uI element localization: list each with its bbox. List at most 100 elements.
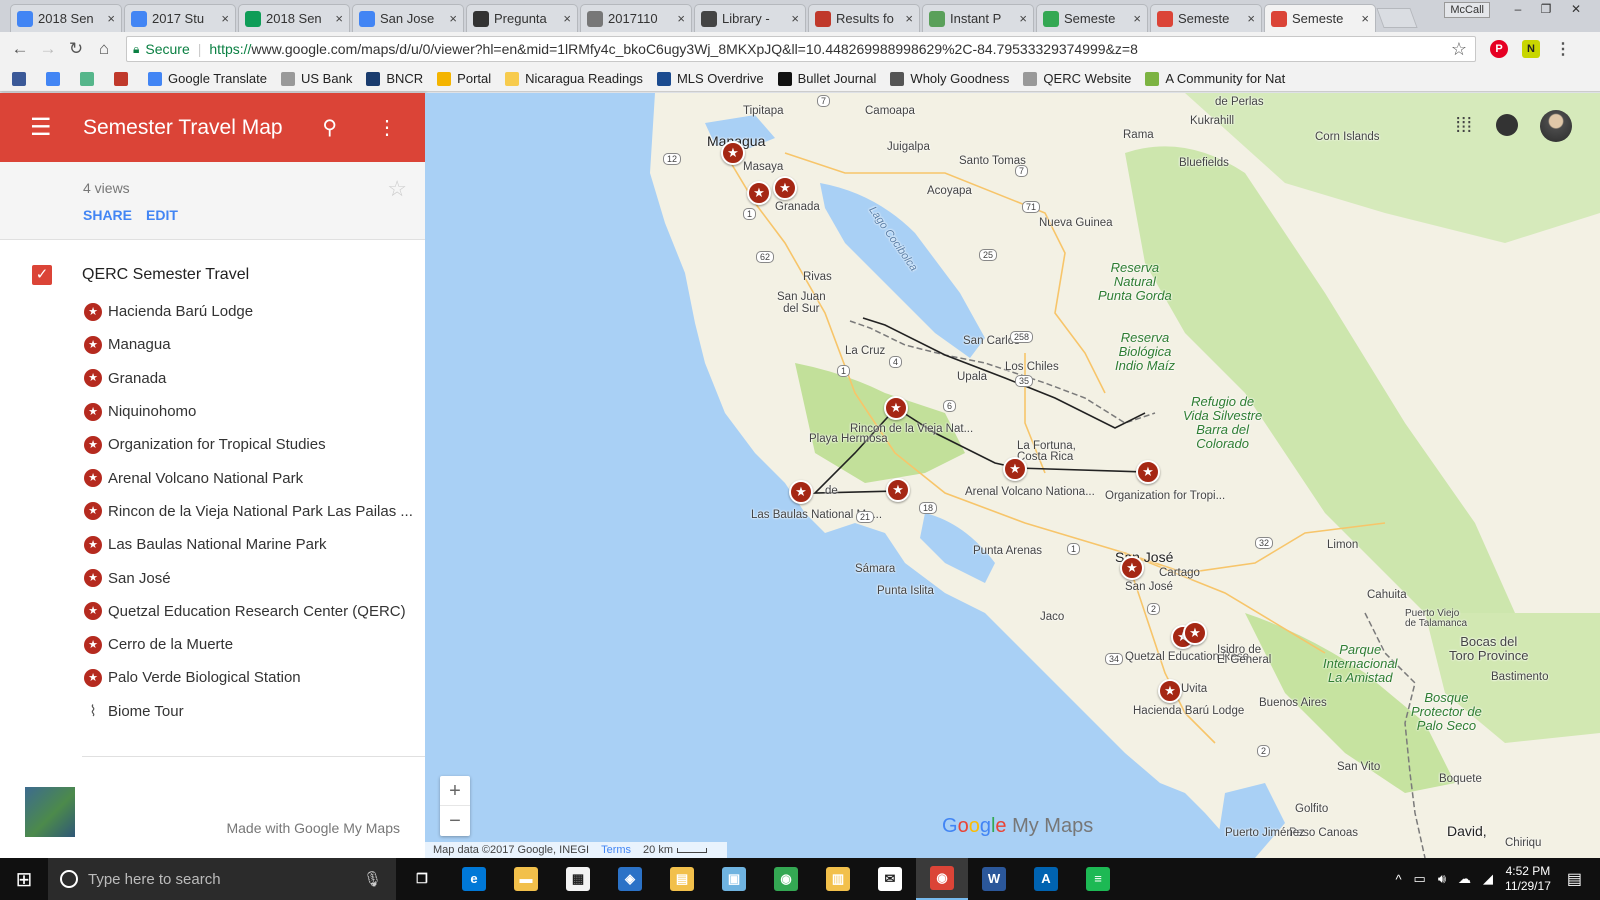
tab-close-icon[interactable]: × — [221, 11, 229, 26]
volume-icon[interactable]: 🔊︎ — [1438, 871, 1446, 887]
taskbar-app[interactable]: ▦ — [552, 858, 604, 900]
tab-close-icon[interactable]: × — [335, 11, 343, 26]
taskbar-app[interactable]: ≡ — [1072, 858, 1124, 900]
place-list-item[interactable]: ★ Hacienda Barú Lodge — [0, 295, 425, 328]
windows-start-icon[interactable]: ⊞ — [0, 867, 48, 892]
menu-icon[interactable]: ☰ — [30, 113, 60, 142]
bookmark-item[interactable]: QERC Website — [1023, 71, 1131, 86]
address-bar[interactable]: 🔒︎ Secure | https://www.google.com/maps/… — [126, 36, 1476, 62]
wifi-icon[interactable]: ◢ — [1483, 871, 1493, 887]
browser-tab[interactable]: 2017 Stu × — [124, 4, 236, 32]
tab-close-icon[interactable]: × — [791, 11, 799, 26]
bookmark-item[interactable]: US Bank — [281, 71, 352, 86]
layer-header[interactable]: ✓ QERC Semester Travel — [0, 255, 425, 295]
share-button[interactable]: SHARE — [83, 207, 132, 223]
extension-icon[interactable]: N — [1522, 40, 1540, 58]
apps-grid-icon[interactable]: ⁞⁞⁞ — [1455, 115, 1472, 138]
taskbar-app[interactable]: ▣ — [708, 858, 760, 900]
bookmark-item[interactable]: Wholy Goodness — [890, 71, 1009, 86]
taskbar-app[interactable]: ▤ — [656, 858, 708, 900]
tab-close-icon[interactable]: × — [905, 11, 913, 26]
place-list-item[interactable]: ★ Managua — [0, 328, 425, 361]
taskbar-app[interactable]: ▬ — [500, 858, 552, 900]
place-list-item[interactable]: ★ Rincon de la Vieja National Park Las Pa… — [0, 495, 425, 528]
tab-close-icon[interactable]: × — [1247, 11, 1255, 26]
bookmark-item[interactable] — [46, 71, 66, 86]
microphone-icon[interactable]: 🎙︎ — [363, 870, 382, 888]
close-window-icon[interactable]: ✕ — [1564, 2, 1588, 18]
place-list-item[interactable]: ★ Organization for Tropical Studies — [0, 428, 425, 461]
forward-icon[interactable]: → — [34, 39, 62, 59]
browser-tab[interactable]: Instant P × — [922, 4, 1034, 32]
marker-rincon-de-la-vieja[interactable]: ★ — [884, 396, 908, 420]
place-list-item[interactable]: ★ Granada — [0, 362, 425, 395]
marker-arenal[interactable]: ★ — [1003, 457, 1027, 481]
favorite-star-icon[interactable]: ☆ — [387, 176, 407, 202]
search-icon[interactable]: ⚲ — [322, 115, 337, 140]
taskbar-app[interactable]: ◉ — [760, 858, 812, 900]
marker-palo-verde[interactable]: ★ — [886, 478, 910, 502]
battery-icon[interactable]: ▭ — [1414, 871, 1426, 887]
window-user-badge[interactable]: McCall — [1444, 2, 1490, 18]
taskbar-app[interactable]: W — [968, 858, 1020, 900]
new-tab-button[interactable] — [1376, 8, 1418, 28]
reload-icon[interactable]: ↻ — [62, 39, 90, 59]
bookmark-item[interactable] — [114, 71, 134, 86]
browser-tab[interactable]: 2018 Sen × — [10, 4, 122, 32]
tab-close-icon[interactable]: × — [563, 11, 571, 26]
place-list-item[interactable]: ★ Las Baulas National Marine Park — [0, 528, 425, 561]
taskbar-app[interactable]: e — [448, 858, 500, 900]
marker-las-baulas[interactable]: ★ — [789, 480, 813, 504]
place-list-item[interactable]: ★ Niquinohomo — [0, 395, 425, 428]
home-icon[interactable]: ⌂ — [90, 39, 118, 59]
tab-close-icon[interactable]: × — [1133, 11, 1141, 26]
marker-niquinohomo[interactable]: ★ — [747, 181, 771, 205]
more-options-icon[interactable]: ⋮ — [377, 115, 397, 140]
browser-tab[interactable]: 2017110 × — [580, 4, 692, 32]
bookmark-item[interactable]: Bullet Journal — [777, 71, 876, 86]
marker-granada[interactable]: ★ — [773, 176, 797, 200]
browser-tab[interactable]: Semeste × — [1036, 4, 1148, 32]
tab-close-icon[interactable]: × — [1361, 11, 1369, 26]
tray-expand-icon[interactable]: ^ — [1395, 872, 1401, 887]
url-text[interactable]: https://www.google.com/maps/d/u/0/viewer… — [209, 41, 1138, 57]
bookmark-star-icon[interactable]: ☆ — [1451, 39, 1467, 60]
minimize-icon[interactable]: – — [1506, 2, 1530, 18]
map-canvas[interactable]: Tipitapa Managua Masaya Granada Juigalpa… — [425, 93, 1600, 858]
bookmark-item[interactable]: Nicaragua Readings — [505, 71, 643, 86]
taskbar-search-box[interactable]: Type here to search 🎙︎ — [48, 858, 396, 900]
avatar[interactable] — [1540, 110, 1572, 142]
place-list-item[interactable]: ★ Cerro de la Muerte — [0, 628, 425, 661]
taskbar-app[interactable]: ◉ — [916, 858, 968, 900]
basemap-thumbnail[interactable] — [25, 787, 75, 837]
clock[interactable]: 4:52 PM 11/29/17 — [1505, 864, 1551, 894]
action-center-icon[interactable]: ▤ — [1567, 869, 1582, 889]
browser-tab[interactable]: Library - × — [694, 4, 806, 32]
marker-cerro-de-la-muerte[interactable]: ★ — [1183, 621, 1207, 645]
place-list-item[interactable]: ★ Palo Verde Biological Station — [0, 661, 425, 694]
onedrive-icon[interactable]: ☁ — [1458, 871, 1471, 887]
tab-close-icon[interactable]: × — [107, 11, 115, 26]
browser-tab[interactable]: Pregunta × — [466, 4, 578, 32]
marker-hacienda-baru[interactable]: ★ — [1158, 679, 1182, 703]
taskbar-app[interactable]: ✉ — [864, 858, 916, 900]
place-list-item[interactable]: ★ Quetzal Education Research Center (QERC… — [0, 595, 425, 628]
browser-tab[interactable]: 2018 Sen × — [238, 4, 350, 32]
place-list-item[interactable]: ★ Arenal Volcano National Park — [0, 461, 425, 494]
marker-san-jose[interactable]: ★ — [1120, 556, 1144, 580]
bookmark-item[interactable] — [12, 71, 32, 86]
notifications-icon[interactable] — [1496, 114, 1518, 136]
pinterest-icon[interactable]: P — [1490, 40, 1508, 58]
browser-tab[interactable]: San Jose × — [352, 4, 464, 32]
bookmark-item[interactable]: MLS Overdrive — [656, 71, 764, 86]
bookmark-item[interactable]: Google Translate — [148, 71, 267, 86]
zoom-out-button[interactable]: − — [440, 806, 470, 836]
restore-icon[interactable]: ❐ — [1534, 2, 1558, 18]
edit-button[interactable]: EDIT — [146, 207, 178, 223]
bookmark-item[interactable]: Portal — [437, 71, 491, 86]
marker-managua[interactable]: ★ — [721, 141, 745, 165]
bookmark-item[interactable]: BNCR — [366, 71, 423, 86]
chrome-menu-icon[interactable]: ⋮ — [1554, 40, 1572, 58]
bookmark-item[interactable] — [80, 71, 100, 86]
taskbar-app[interactable]: A — [1020, 858, 1072, 900]
